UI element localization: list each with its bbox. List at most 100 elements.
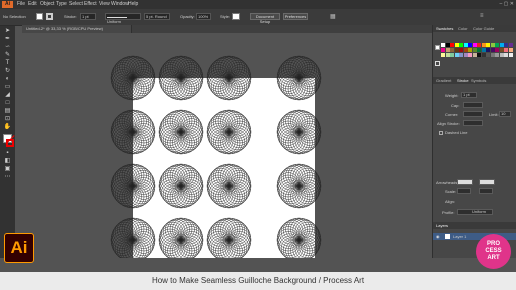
swatch[interactable] [486, 48, 490, 52]
corner-buttons[interactable] [463, 111, 483, 117]
swatch[interactable] [445, 43, 450, 47]
gradient-tool-icon[interactable]: ▤ [3, 108, 12, 115]
swatch[interactable] [477, 53, 481, 57]
tab-swatches[interactable]: Swatches [436, 26, 453, 32]
swatch[interactable] [472, 43, 477, 47]
swatch[interactable] [481, 53, 486, 57]
scale-end-field[interactable] [479, 188, 493, 194]
arrowhead-end-select[interactable] [479, 179, 495, 185]
stroke-swatch[interactable] [46, 13, 53, 20]
color-mode-icon[interactable]: ▪ [3, 150, 12, 157]
shape-builder-icon[interactable]: ◐ [3, 76, 12, 83]
menu-file[interactable]: File [17, 1, 25, 8]
swatch[interactable] [490, 53, 495, 57]
menu-window[interactable]: Window [111, 1, 129, 8]
swatch[interactable] [468, 43, 472, 47]
swatch[interactable] [499, 48, 504, 52]
swatch[interactable] [459, 53, 463, 57]
swatch[interactable] [495, 48, 499, 52]
swatch[interactable] [486, 43, 490, 47]
rectangle-tool-icon[interactable]: □ [3, 100, 12, 107]
swatch[interactable] [477, 48, 481, 52]
arrowhead-start-select[interactable] [457, 179, 473, 185]
tab-color[interactable]: Color [458, 26, 468, 32]
panel-menu-icon[interactable]: ≡ [480, 13, 484, 19]
swatch[interactable] [499, 43, 504, 47]
visibility-eye-icon[interactable]: ◉ [436, 233, 440, 240]
swatch[interactable] [441, 53, 445, 57]
eraser-tool-icon[interactable]: ▭ [3, 84, 12, 91]
swatch[interactable] [486, 53, 490, 57]
graphic-style-swatch[interactable] [232, 13, 240, 20]
swatch[interactable] [454, 48, 459, 52]
tab-gradient[interactable]: Gradient [436, 78, 451, 84]
menu-view[interactable]: View [99, 1, 110, 8]
swatch[interactable] [463, 53, 468, 57]
swatch[interactable] [504, 53, 508, 57]
swatch[interactable] [454, 43, 459, 47]
variable-width-profile[interactable]: Uniform [105, 13, 141, 24]
tab-stroke[interactable]: Stroke [457, 78, 469, 84]
type-tool-icon[interactable]: T [3, 60, 12, 67]
menu-select[interactable]: Select [69, 1, 83, 8]
weight-field[interactable]: 1 pt [461, 92, 477, 98]
profile-select[interactable]: Uniform [457, 209, 493, 215]
panel-fill-swatch[interactable] [435, 45, 440, 50]
pen-tool-icon[interactable]: ✒ [3, 36, 12, 43]
swatch[interactable] [441, 43, 445, 47]
screen-mode-icon[interactable]: ▣ [3, 166, 12, 173]
hand-tool-icon[interactable]: ✋ [3, 124, 12, 131]
swatch[interactable] [490, 48, 495, 52]
eyedropper-tool-icon[interactable]: ◢ [3, 92, 12, 99]
swatch[interactable] [459, 48, 463, 52]
menu-edit[interactable]: Edit [28, 1, 37, 8]
swatch[interactable] [495, 53, 499, 57]
swatch[interactable] [499, 53, 504, 57]
selection-tool-icon[interactable]: ➤ [3, 28, 12, 35]
tab-layers[interactable]: Layers [436, 223, 448, 229]
document-setup-button[interactable]: Document Setup [250, 13, 280, 24]
cap-buttons[interactable] [463, 102, 483, 108]
swatch[interactable] [481, 43, 486, 47]
swatch[interactable] [459, 43, 463, 47]
preferences-button[interactable]: Preferences [283, 13, 308, 20]
swatch[interactable] [463, 43, 468, 47]
menu-effect[interactable]: Effect [84, 1, 97, 8]
swatch[interactable] [468, 48, 472, 52]
artboard-tool-icon[interactable]: ⊡ [3, 116, 12, 123]
rotate-tool-icon[interactable]: ↻ [3, 68, 12, 75]
align-icon[interactable]: ▦ [330, 13, 336, 20]
dashed-line-checkbox[interactable] [439, 131, 443, 135]
swatch[interactable] [450, 53, 454, 57]
menu-object[interactable]: Object [40, 1, 54, 8]
swatch[interactable] [504, 43, 508, 47]
swatch[interactable] [463, 48, 468, 52]
swatch[interactable] [490, 43, 495, 47]
canvas-area[interactable] [15, 33, 432, 258]
swatch[interactable] [495, 43, 499, 47]
pencil-tool-icon[interactable]: ✎ [3, 52, 12, 59]
menu-help[interactable]: Help [128, 1, 138, 8]
opacity-field[interactable]: 100% [196, 13, 211, 20]
menu-type[interactable]: Type [56, 1, 67, 8]
scale-start-field[interactable] [457, 188, 471, 194]
tab-color-guide[interactable]: Color Guide [473, 26, 494, 32]
brush-definition[interactable]: 5 pt. Round [144, 13, 170, 20]
swatch[interactable] [454, 53, 459, 57]
tab-symbols[interactable]: Symbols [471, 78, 486, 84]
swatch[interactable] [477, 43, 481, 47]
swatch[interactable] [441, 48, 445, 52]
stroke-weight-field[interactable]: 1 pt [80, 13, 96, 20]
document-tab[interactable]: Untitled-2* @ 33,33 % (RGB/CPU Preview) [22, 25, 132, 33]
window-controls[interactable]: – ▢ ✕ [500, 1, 514, 8]
swatch[interactable] [445, 48, 450, 52]
edit-toolbar-icon[interactable]: ⋯ [3, 174, 12, 181]
swatch[interactable] [504, 48, 508, 52]
swatch[interactable] [472, 48, 477, 52]
app-logo-small[interactable]: Ai [2, 1, 13, 8]
curvature-tool-icon[interactable]: ∽ [3, 44, 12, 51]
swatch[interactable] [445, 53, 450, 57]
limit-field[interactable]: 10 [499, 111, 511, 117]
draw-mode-icon[interactable]: ◧ [3, 158, 12, 165]
panel-stroke-swatch[interactable] [435, 61, 440, 66]
